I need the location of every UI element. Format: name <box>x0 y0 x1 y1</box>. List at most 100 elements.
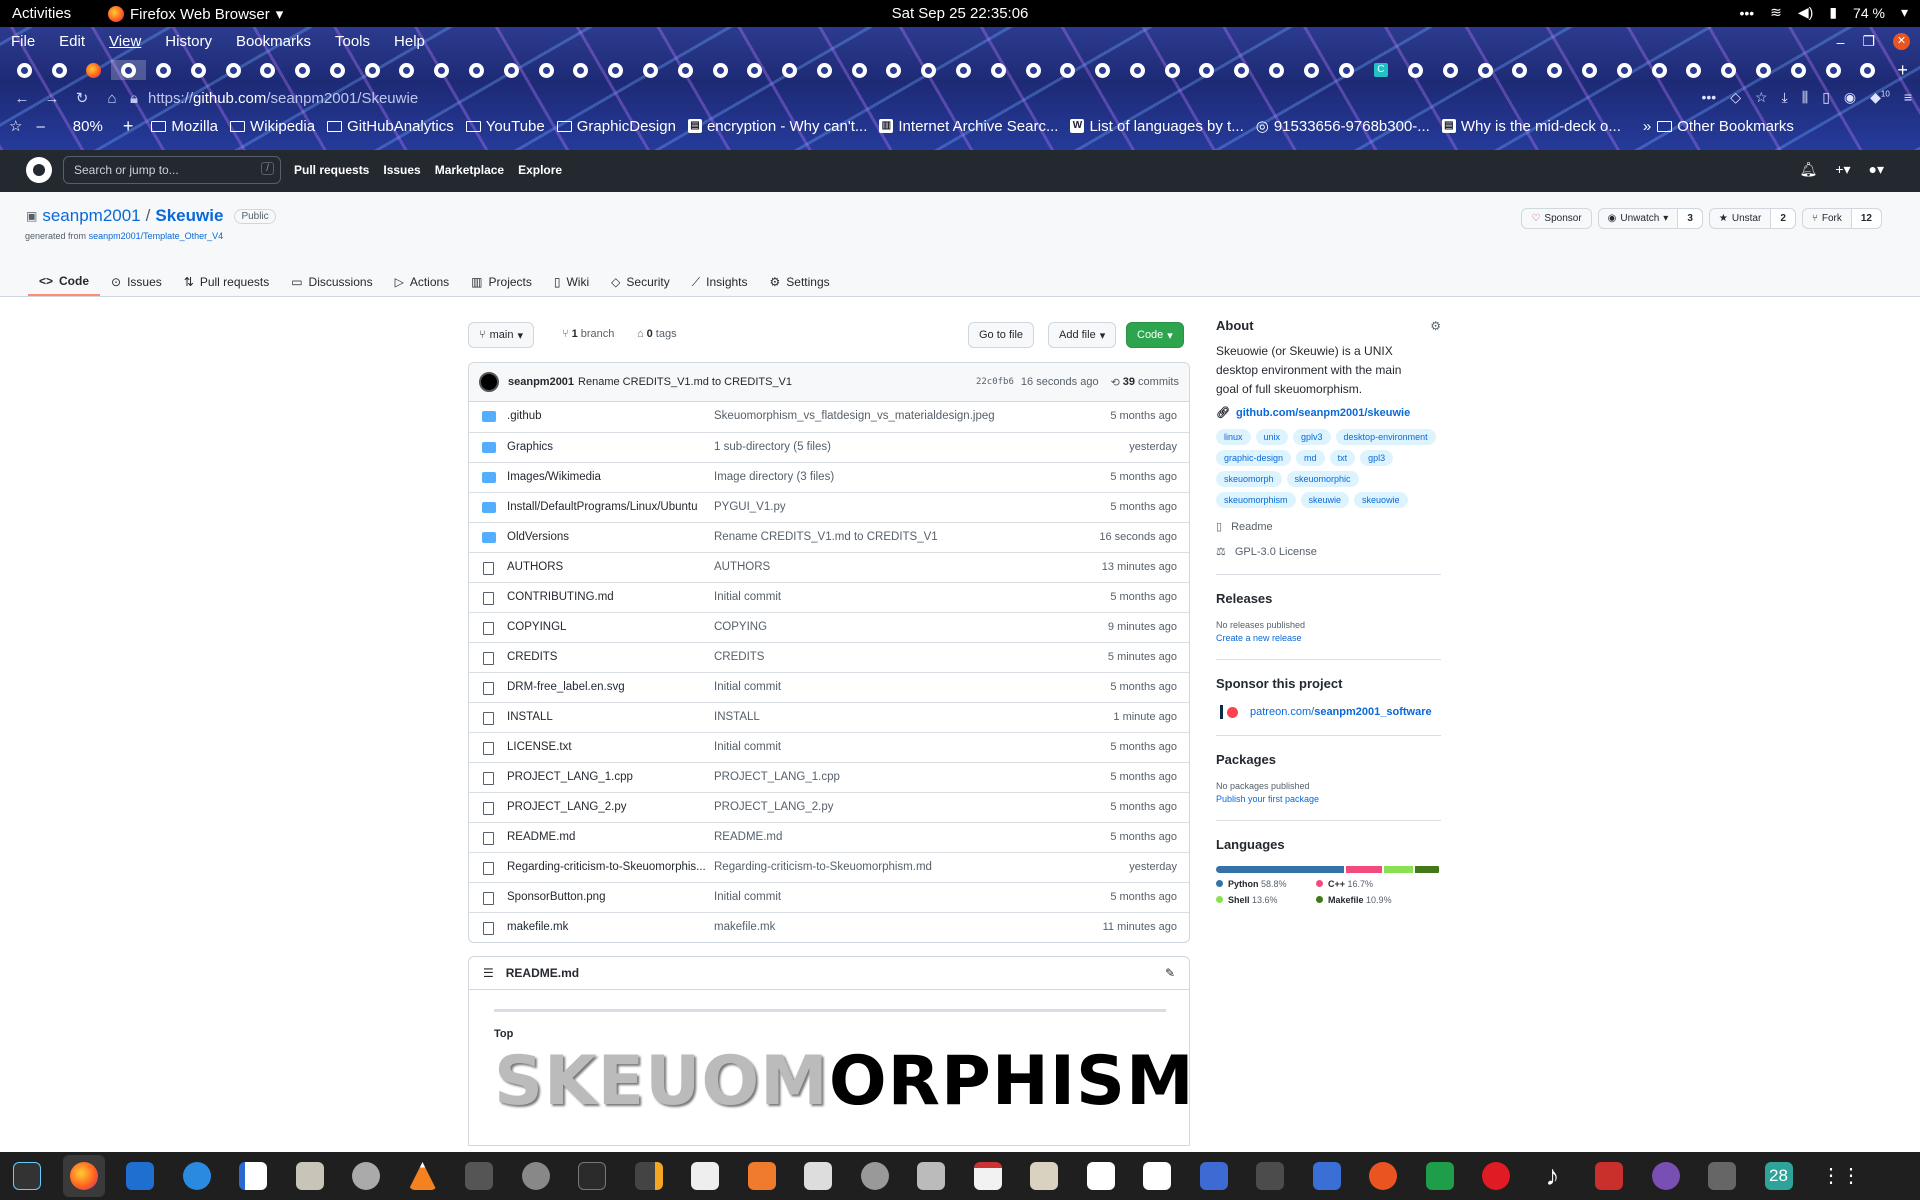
table-row[interactable]: CONTRIBUTING.md Initial commit 5 months ag… <box>469 582 1189 612</box>
gear-icon[interactable]: ⚙︎ <box>1430 319 1441 333</box>
create-new-icon[interactable]: +▾ <box>1835 161 1850 178</box>
browser-tab[interactable] <box>424 60 459 80</box>
browser-tab[interactable] <box>633 60 668 80</box>
browser-tab[interactable] <box>77 60 112 80</box>
more-icon[interactable]: ••• <box>1739 5 1754 21</box>
dock-item[interactable] <box>797 1155 839 1197</box>
file-commit-message[interactable]: CREDITS <box>714 651 764 663</box>
browser-tab[interactable] <box>42 60 77 80</box>
file-name[interactable]: Install/DefaultPrograms/Linux/Ubuntu <box>507 501 707 513</box>
system-menu-icon[interactable]: ▾ <box>1901 4 1908 21</box>
add-file-button[interactable]: Add file ▾ <box>1048 322 1117 348</box>
nav-issues[interactable]: Issues <box>383 163 420 177</box>
table-row[interactable]: LICENSE.txt Initial commit 5 months ago <box>469 732 1189 762</box>
home-icon[interactable]: ⌂ <box>104 90 120 107</box>
tab-projects[interactable]: ▥ Projects <box>460 268 543 296</box>
readme-link[interactable]: ▯ Readme <box>1216 520 1441 534</box>
file-name[interactable]: Regarding-criticism-to-Skeuomorphis... <box>507 861 707 873</box>
sidebar-icon[interactable]: ▯ <box>1822 89 1830 106</box>
system-tray[interactable]: ••• ≋ ◀) ▮ 74 % ▾ <box>1739 4 1908 21</box>
browser-tab[interactable] <box>737 60 772 80</box>
menu-tools[interactable]: Tools <box>335 33 370 50</box>
file-commit-message[interactable]: INSTALL <box>714 711 760 723</box>
tab-insights[interactable]: ⟋ Insights <box>681 268 759 296</box>
dock-item[interactable] <box>1193 1155 1235 1197</box>
menu-help[interactable]: Help <box>394 33 425 50</box>
packages-heading[interactable]: Packages <box>1216 752 1441 767</box>
watch-count[interactable]: 3 <box>1678 209 1702 228</box>
browser-tab[interactable] <box>494 60 529 80</box>
search-input[interactable]: Search or jump to... / <box>63 156 281 184</box>
language-item[interactable]: Shell 13.6% <box>1216 895 1316 905</box>
table-row[interactable]: PROJECT_LANG_2.py PROJECT_LANG_2.py 5 mont… <box>469 792 1189 822</box>
topic-tag[interactable]: skeuomorph <box>1216 471 1282 487</box>
show-applications-button[interactable]: ⋮⋮ <box>1814 1155 1861 1197</box>
branch-select[interactable]: ⑂ main ▾ <box>468 322 534 348</box>
forward-icon[interactable]: → <box>44 90 60 107</box>
topic-tag[interactable]: graphic-design <box>1216 450 1292 466</box>
browser-tab[interactable] <box>1190 60 1225 80</box>
browser-tab[interactable] <box>703 60 738 80</box>
file-commit-message[interactable]: PYGUI_V1.py <box>714 501 786 513</box>
dock-item[interactable] <box>62 1155 105 1197</box>
file-commit-message[interactable]: AUTHORS <box>714 561 770 573</box>
table-row[interactable]: COPYINGL COPYING 9 minutes ago <box>469 612 1189 642</box>
file-commit-message[interactable]: PROJECT_LANG_1.cpp <box>714 771 840 783</box>
tab-discussions[interactable]: ▭ Discussions <box>280 268 383 296</box>
hamburger-menu-icon[interactable]: ≡ <box>1904 89 1912 106</box>
browser-tab[interactable] <box>807 60 842 80</box>
menu-bookmarks[interactable]: Bookmarks <box>236 33 311 50</box>
table-row[interactable]: README.md README.md 5 months ago <box>469 822 1189 852</box>
edit-pencil-icon[interactable]: ✎ <box>1165 966 1175 980</box>
browser-tab[interactable] <box>1572 60 1607 80</box>
dock-item[interactable] <box>1080 1155 1122 1197</box>
browser-tab[interactable] <box>1155 60 1190 80</box>
file-name[interactable]: CREDITS <box>507 651 707 663</box>
readme-title[interactable]: README.md <box>506 966 579 980</box>
other-bookmarks[interactable]: Other Bookmarks <box>1657 118 1794 135</box>
browser-tab[interactable] <box>529 60 564 80</box>
file-commit-message[interactable]: makefile.mk <box>714 921 775 933</box>
topic-tag[interactable]: skeuomorphism <box>1216 492 1296 508</box>
table-row[interactable]: AUTHORS AUTHORS 13 minutes ago <box>469 552 1189 582</box>
file-commit-message[interactable]: README.md <box>714 831 782 843</box>
ublock-icon[interactable]: ◆10 <box>1870 89 1890 106</box>
browser-tab[interactable] <box>1120 60 1155 80</box>
file-commit-message[interactable]: Initial commit <box>714 891 781 903</box>
nav-marketplace[interactable]: Marketplace <box>435 163 504 177</box>
pocket-icon[interactable]: ◇ <box>1730 89 1741 106</box>
table-row[interactable]: Images/Wikimedia Image directory (3 files… <box>469 462 1189 492</box>
table-row[interactable]: .github Skeuomorphism_vs_flatdesign_vs_ma… <box>469 402 1189 432</box>
tags-link[interactable]: ⌂ 0 tags <box>637 328 677 340</box>
github-logo-icon[interactable] <box>26 157 52 183</box>
reload-icon[interactable]: ↻ <box>74 89 90 107</box>
topic-tag[interactable]: skeuomorphic <box>1286 471 1359 487</box>
bookmark-link[interactable]: ▤ Why is the mid-deck o... <box>1441 118 1621 135</box>
file-name[interactable]: PROJECT_LANG_2.py <box>507 801 707 813</box>
topic-tag[interactable]: skeuwie <box>1300 492 1350 508</box>
dock-item[interactable] <box>1645 1155 1687 1197</box>
menu-edit[interactable]: Edit <box>59 33 85 50</box>
file-name[interactable]: Images/Wikimedia <box>507 471 707 483</box>
fork-count[interactable]: 12 <box>1851 209 1881 228</box>
browser-tab[interactable] <box>250 60 285 80</box>
code-button[interactable]: Code ▾ <box>1126 322 1184 348</box>
file-commit-message[interactable]: Rename CREDITS_V1.md to CREDITS_V1 <box>714 531 938 543</box>
bookmark-link[interactable]: ▥ Internet Archive Searc... <box>879 118 1058 135</box>
tab-security[interactable]: ◇ Security <box>600 268 681 296</box>
bookmark-link[interactable]: ▤ encryption - Why can't... <box>687 118 867 135</box>
close-icon[interactable]: ✕ <box>1893 33 1910 50</box>
file-name[interactable]: AUTHORS <box>507 561 707 573</box>
browser-tab[interactable] <box>1711 60 1746 80</box>
menu-view[interactable]: View <box>109 33 141 50</box>
dock-item[interactable] <box>1701 1155 1743 1197</box>
table-row[interactable]: Regarding-criticism-to-Skeuomorphis... Re… <box>469 852 1189 882</box>
file-commit-message[interactable]: Initial commit <box>714 741 781 753</box>
tab-settings[interactable]: ⚙︎ Settings <box>759 268 841 296</box>
bookmark-folder[interactable]: GitHubAnalytics <box>327 118 454 135</box>
browser-tab[interactable] <box>842 60 877 80</box>
dock-item[interactable] <box>1475 1155 1517 1197</box>
browser-tab[interactable] <box>1433 60 1468 80</box>
table-row[interactable]: Graphics 1 sub-directory (5 files) yesterd… <box>469 432 1189 462</box>
browser-tab[interactable] <box>285 60 320 80</box>
